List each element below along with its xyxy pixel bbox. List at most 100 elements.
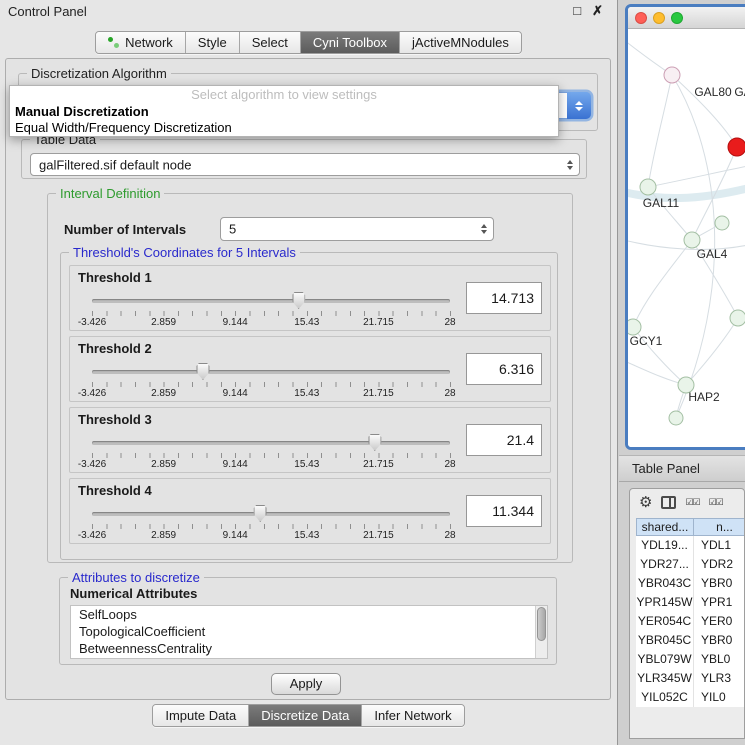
tab-cyni-toolbox[interactable]: Cyni Toolbox xyxy=(301,32,400,53)
list-item-selfloops[interactable]: SelfLoops xyxy=(71,606,547,623)
table-row[interactable]: YDL19...YDL1 xyxy=(636,536,745,555)
columns-icon[interactable] xyxy=(661,496,676,509)
threshold-slider[interactable] xyxy=(92,505,450,523)
tick-label: 9.144 xyxy=(223,317,248,328)
tab-label: Infer Network xyxy=(374,708,451,723)
threshold-box: Threshold 4-3.4262.8599.14415.4321.71528… xyxy=(69,478,551,544)
threshold-value-field[interactable]: 14.713 xyxy=(466,282,542,314)
tick-label: -3.426 xyxy=(78,388,106,399)
tick-label: -3.426 xyxy=(78,459,106,470)
select-all-columns-icon[interactable]: ☑☑ xyxy=(685,497,699,508)
tick-label: 15.43 xyxy=(294,530,319,541)
down-arrow-icon xyxy=(575,107,583,111)
interval-definition-group: Interval Definition Number of Intervals … xyxy=(47,193,573,563)
threshold-value-field[interactable]: 21.4 xyxy=(466,424,542,456)
cell-name: YBR0 xyxy=(694,574,745,593)
tab-label: Select xyxy=(252,35,288,50)
unselect-columns-icon[interactable]: ☑☑ xyxy=(709,497,723,508)
combo-stepper[interactable] xyxy=(567,160,573,170)
tab-label: Style xyxy=(198,35,227,50)
slider-tick-labels: -3.4262.8599.14415.4321.71528 xyxy=(92,317,450,328)
table-data-combobox[interactable]: galFiltered.sif default node xyxy=(30,153,580,176)
network-node-green[interactable] xyxy=(730,310,745,326)
network-node-green[interactable] xyxy=(628,319,641,335)
threshold-slider[interactable] xyxy=(92,363,450,381)
network-graph: GAL80GAGAL11GAL4GCY1HAP2 xyxy=(628,29,745,449)
table-row[interactable]: YBL079WYBL0 xyxy=(636,650,745,669)
combo-stepper[interactable] xyxy=(481,224,487,234)
threshold-value-field[interactable]: 6.316 xyxy=(466,353,542,385)
attributes-list[interactable]: SelfLoopsTopologicalCoefficientBetweenne… xyxy=(70,605,548,659)
column-header-2[interactable]: n... xyxy=(694,518,745,536)
combo-stepper[interactable] xyxy=(567,92,591,119)
tab-style[interactable]: Style xyxy=(186,32,240,53)
cell-name: YDL1 xyxy=(694,536,745,555)
cell-shared-name: YER054C xyxy=(636,612,694,631)
apply-button[interactable]: Apply xyxy=(271,673,341,695)
tab-discretize-data[interactable]: Discretize Data xyxy=(249,705,362,726)
slider-thumb[interactable] xyxy=(196,363,209,380)
table-row[interactable]: YPR145WYPR1 xyxy=(636,593,745,612)
threshold-slider[interactable] xyxy=(92,434,450,452)
tab-infer-network[interactable]: Infer Network xyxy=(362,705,463,726)
up-arrow-icon xyxy=(575,101,583,105)
table-row[interactable]: YDR27...YDR2 xyxy=(636,555,745,574)
network-node-pink[interactable] xyxy=(664,67,680,83)
control-panel-window: Control Panel □ ✗ NetworkStyleSelectCyni… xyxy=(0,0,618,745)
tab-network[interactable]: Network xyxy=(96,32,186,53)
number-of-intervals-label: Number of Intervals xyxy=(64,222,186,237)
table-row[interactable]: YLR345WYLR3 xyxy=(636,669,745,688)
cell-name: YBL0 xyxy=(694,650,745,669)
network-node-green[interactable] xyxy=(684,232,700,248)
table-row[interactable]: YBR045CYBR0 xyxy=(636,631,745,650)
threshold-box: Threshold 3-3.4262.8599.14415.4321.71528… xyxy=(69,407,551,473)
tab-label: Network xyxy=(125,35,173,50)
cell-shared-name: YBR045C xyxy=(636,631,694,650)
tab-select[interactable]: Select xyxy=(240,32,301,53)
table-data-group: Table Data galFiltered.sif default node xyxy=(21,139,587,179)
threshold-box: Threshold 1-3.4262.8599.14415.4321.71528… xyxy=(69,265,551,331)
threshold-box: Threshold 2-3.4262.8599.14415.4321.71528… xyxy=(69,336,551,402)
slider-ticks xyxy=(92,524,451,529)
table-row[interactable]: YIL052CYIL0 xyxy=(636,688,745,707)
threshold-slider[interactable] xyxy=(92,292,450,310)
network-icon xyxy=(108,36,120,49)
network-node-green[interactable] xyxy=(640,179,656,195)
network-node-green[interactable] xyxy=(715,216,729,230)
tick-label: 15.43 xyxy=(294,317,319,328)
close-traffic-light[interactable] xyxy=(635,12,647,24)
list-item-topologicalcoefficient[interactable]: TopologicalCoefficient xyxy=(71,623,547,640)
tab-jactivemnodules[interactable]: jActiveMNodules xyxy=(400,32,521,53)
scrollbar-thumb[interactable] xyxy=(537,607,546,641)
network-node-green[interactable] xyxy=(669,411,683,425)
combo-value: 5 xyxy=(229,222,236,237)
dropdown-option-equal-width-frequency-discretization[interactable]: Equal Width/Frequency Discretization xyxy=(10,120,558,136)
cell-name: YPR1 xyxy=(694,593,745,612)
list-item-betweennesscentrality[interactable]: BetweennessCentrality xyxy=(71,640,547,657)
table-row[interactable]: YER054CYER0 xyxy=(636,612,745,631)
cell-shared-name: YDR27... xyxy=(636,555,694,574)
slider-thumb[interactable] xyxy=(292,292,305,309)
slider-thumb[interactable] xyxy=(368,434,381,451)
node-label-gcy1: GCY1 xyxy=(630,334,663,348)
table-row[interactable]: YBR043CYBR0 xyxy=(636,574,745,593)
zoom-traffic-light[interactable] xyxy=(671,12,683,24)
tab-impute-data[interactable]: Impute Data xyxy=(153,705,249,726)
dropdown-option-manual-discretization[interactable]: Manual Discretization xyxy=(10,104,558,120)
threshold-value-field[interactable]: 11.344 xyxy=(466,495,542,527)
float-window-icon[interactable]: □ xyxy=(573,3,581,19)
column-header-1[interactable]: shared... xyxy=(636,518,694,536)
minimize-traffic-light[interactable] xyxy=(653,12,665,24)
slider-track xyxy=(92,441,450,445)
close-icon[interactable]: ✗ xyxy=(592,3,603,19)
vertical-scrollbar[interactable] xyxy=(535,606,547,658)
network-canvas[interactable]: GAL80GAGAL11GAL4GCY1HAP2 xyxy=(628,29,745,449)
tick-label: 2.859 xyxy=(151,388,176,399)
numerical-attributes-label: Numerical Attributes xyxy=(70,586,197,601)
number-of-intervals-combobox[interactable]: 5 xyxy=(220,217,494,241)
network-node-red[interactable] xyxy=(728,138,745,156)
slider-thumb[interactable] xyxy=(254,505,267,522)
gear-icon[interactable]: ⚙ xyxy=(639,495,652,510)
tick-label: 9.144 xyxy=(223,530,248,541)
tab-label: jActiveMNodules xyxy=(412,35,509,50)
